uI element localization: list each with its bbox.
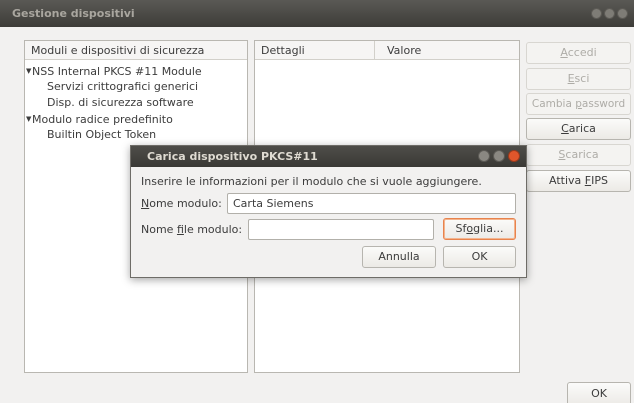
change-password-button[interactable]: Cambia password xyxy=(526,93,631,115)
module-file-input[interactable] xyxy=(248,219,434,240)
ok-button[interactable]: OK xyxy=(567,382,631,403)
tree-node-nss-internal[interactable]: ▼NSS Internal PKCS #11 Module xyxy=(25,63,247,79)
unload-button[interactable]: Scarica xyxy=(526,144,631,166)
modules-tree: ▼NSS Internal PKCS #11 Module Servizi cr… xyxy=(25,60,247,143)
load-device-dialog: Carica dispositivo PKCS#11 Inserire le i… xyxy=(130,145,527,278)
dialog-minimize-button[interactable] xyxy=(478,150,490,162)
tree-column-header[interactable]: Moduli e dispositivi di sicurezza xyxy=(25,41,247,60)
dialog-maximize-button[interactable] xyxy=(493,150,505,162)
details-column-headers: Dettagli Valore xyxy=(255,41,519,60)
dialog-window-controls xyxy=(478,150,520,162)
value-column-header[interactable]: Valore xyxy=(375,44,421,57)
details-column-header[interactable]: Dettagli xyxy=(255,41,375,59)
load-button[interactable]: Carica xyxy=(526,118,631,140)
module-name-label: Nome modulo: xyxy=(141,197,222,210)
maximize-button[interactable] xyxy=(604,8,615,19)
dialog-titlebar: Carica dispositivo PKCS#11 xyxy=(131,146,526,167)
cancel-button[interactable]: Annulla xyxy=(362,246,436,268)
window-titlebar: Gestione dispositivi xyxy=(0,0,634,27)
dialog-close-button[interactable] xyxy=(508,150,520,162)
tree-node-software-security[interactable]: Disp. di sicurezza software xyxy=(25,95,247,111)
dialog-instructions: Inserire le informazioni per il modulo c… xyxy=(141,175,482,188)
minimize-button[interactable] xyxy=(591,8,602,19)
tree-node-builtin-token[interactable]: Builtin Object Token xyxy=(25,127,247,143)
module-name-input[interactable] xyxy=(227,193,516,214)
tree-column-header-label: Moduli e dispositivi di sicurezza xyxy=(31,43,205,57)
tree-node-builtin-root[interactable]: ▼Modulo radice predefinito xyxy=(25,111,247,127)
dialog-title: Carica dispositivo PKCS#11 xyxy=(147,150,318,163)
logout-button[interactable]: Esci xyxy=(526,68,631,90)
dialog-ok-button[interactable]: OK xyxy=(443,246,516,268)
window-title: Gestione dispositivi xyxy=(12,7,135,20)
close-button[interactable] xyxy=(617,8,628,19)
module-file-label: Nome file modulo: xyxy=(141,223,243,236)
tree-node-generic-crypto[interactable]: Servizi crittografici generici xyxy=(25,79,247,95)
login-button[interactable]: Accedi xyxy=(526,42,631,64)
window-controls xyxy=(591,8,628,19)
enable-fips-button[interactable]: Attiva FIPS xyxy=(526,170,631,192)
browse-button[interactable]: Sfoglia... xyxy=(443,218,516,240)
